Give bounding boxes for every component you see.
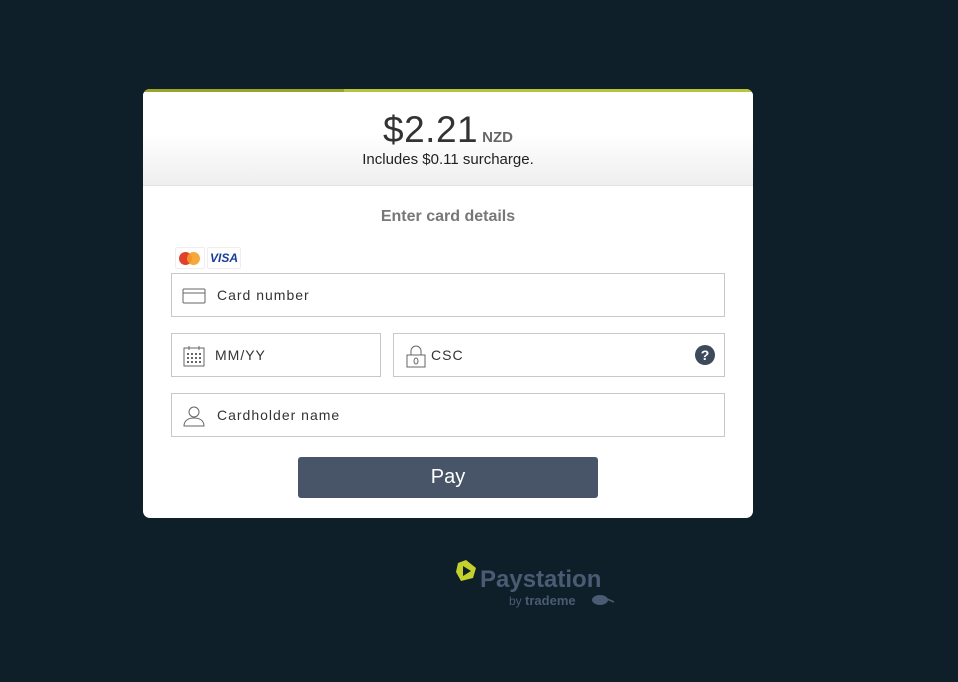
paystation-logo: Paystation by trademe bbox=[455, 559, 625, 609]
brand-byline: by trademe bbox=[509, 593, 576, 608]
csc-field[interactable]: ? bbox=[393, 333, 725, 377]
card-number-input[interactable] bbox=[217, 274, 717, 316]
csc-help-icon[interactable]: ? bbox=[695, 345, 715, 365]
mastercard-icon bbox=[175, 247, 205, 269]
expiry-input[interactable] bbox=[215, 334, 375, 376]
brand-name: Paystation bbox=[480, 566, 602, 593]
payment-amount: $2.21 bbox=[383, 109, 479, 150]
paystation-play-icon bbox=[456, 560, 476, 581]
user-icon bbox=[183, 406, 205, 427]
visa-logo-text: VISA bbox=[209, 251, 238, 265]
amount-line: $2.21 NZD bbox=[143, 109, 753, 151]
currency-code: NZD bbox=[482, 129, 513, 146]
form-title: Enter card details bbox=[380, 208, 516, 225]
cardholder-name-field[interactable] bbox=[171, 393, 725, 437]
calendar-icon bbox=[183, 346, 205, 367]
payment-card: $2.21 NZD Includes $0.11 surcharge. Enter… bbox=[143, 89, 753, 518]
surcharge-note: Includes $0.11 surcharge. bbox=[362, 151, 534, 168]
pay-button[interactable]: Pay bbox=[298, 457, 598, 498]
csc-input[interactable] bbox=[431, 334, 681, 376]
kiwi-icon bbox=[592, 595, 614, 605]
credit-card-icon bbox=[182, 288, 206, 304]
card-number-field[interactable] bbox=[171, 273, 725, 317]
brand-parent: trademe bbox=[525, 593, 576, 608]
expiry-field[interactable] bbox=[171, 333, 381, 377]
payment-summary: $2.21 NZD Includes $0.11 surcharge. bbox=[143, 92, 753, 186]
visa-icon: VISA bbox=[207, 247, 241, 269]
accepted-cards: VISA bbox=[175, 247, 241, 269]
lock-icon bbox=[406, 345, 426, 368]
cardholder-name-input[interactable] bbox=[217, 394, 717, 436]
brand-by: by bbox=[509, 594, 522, 608]
